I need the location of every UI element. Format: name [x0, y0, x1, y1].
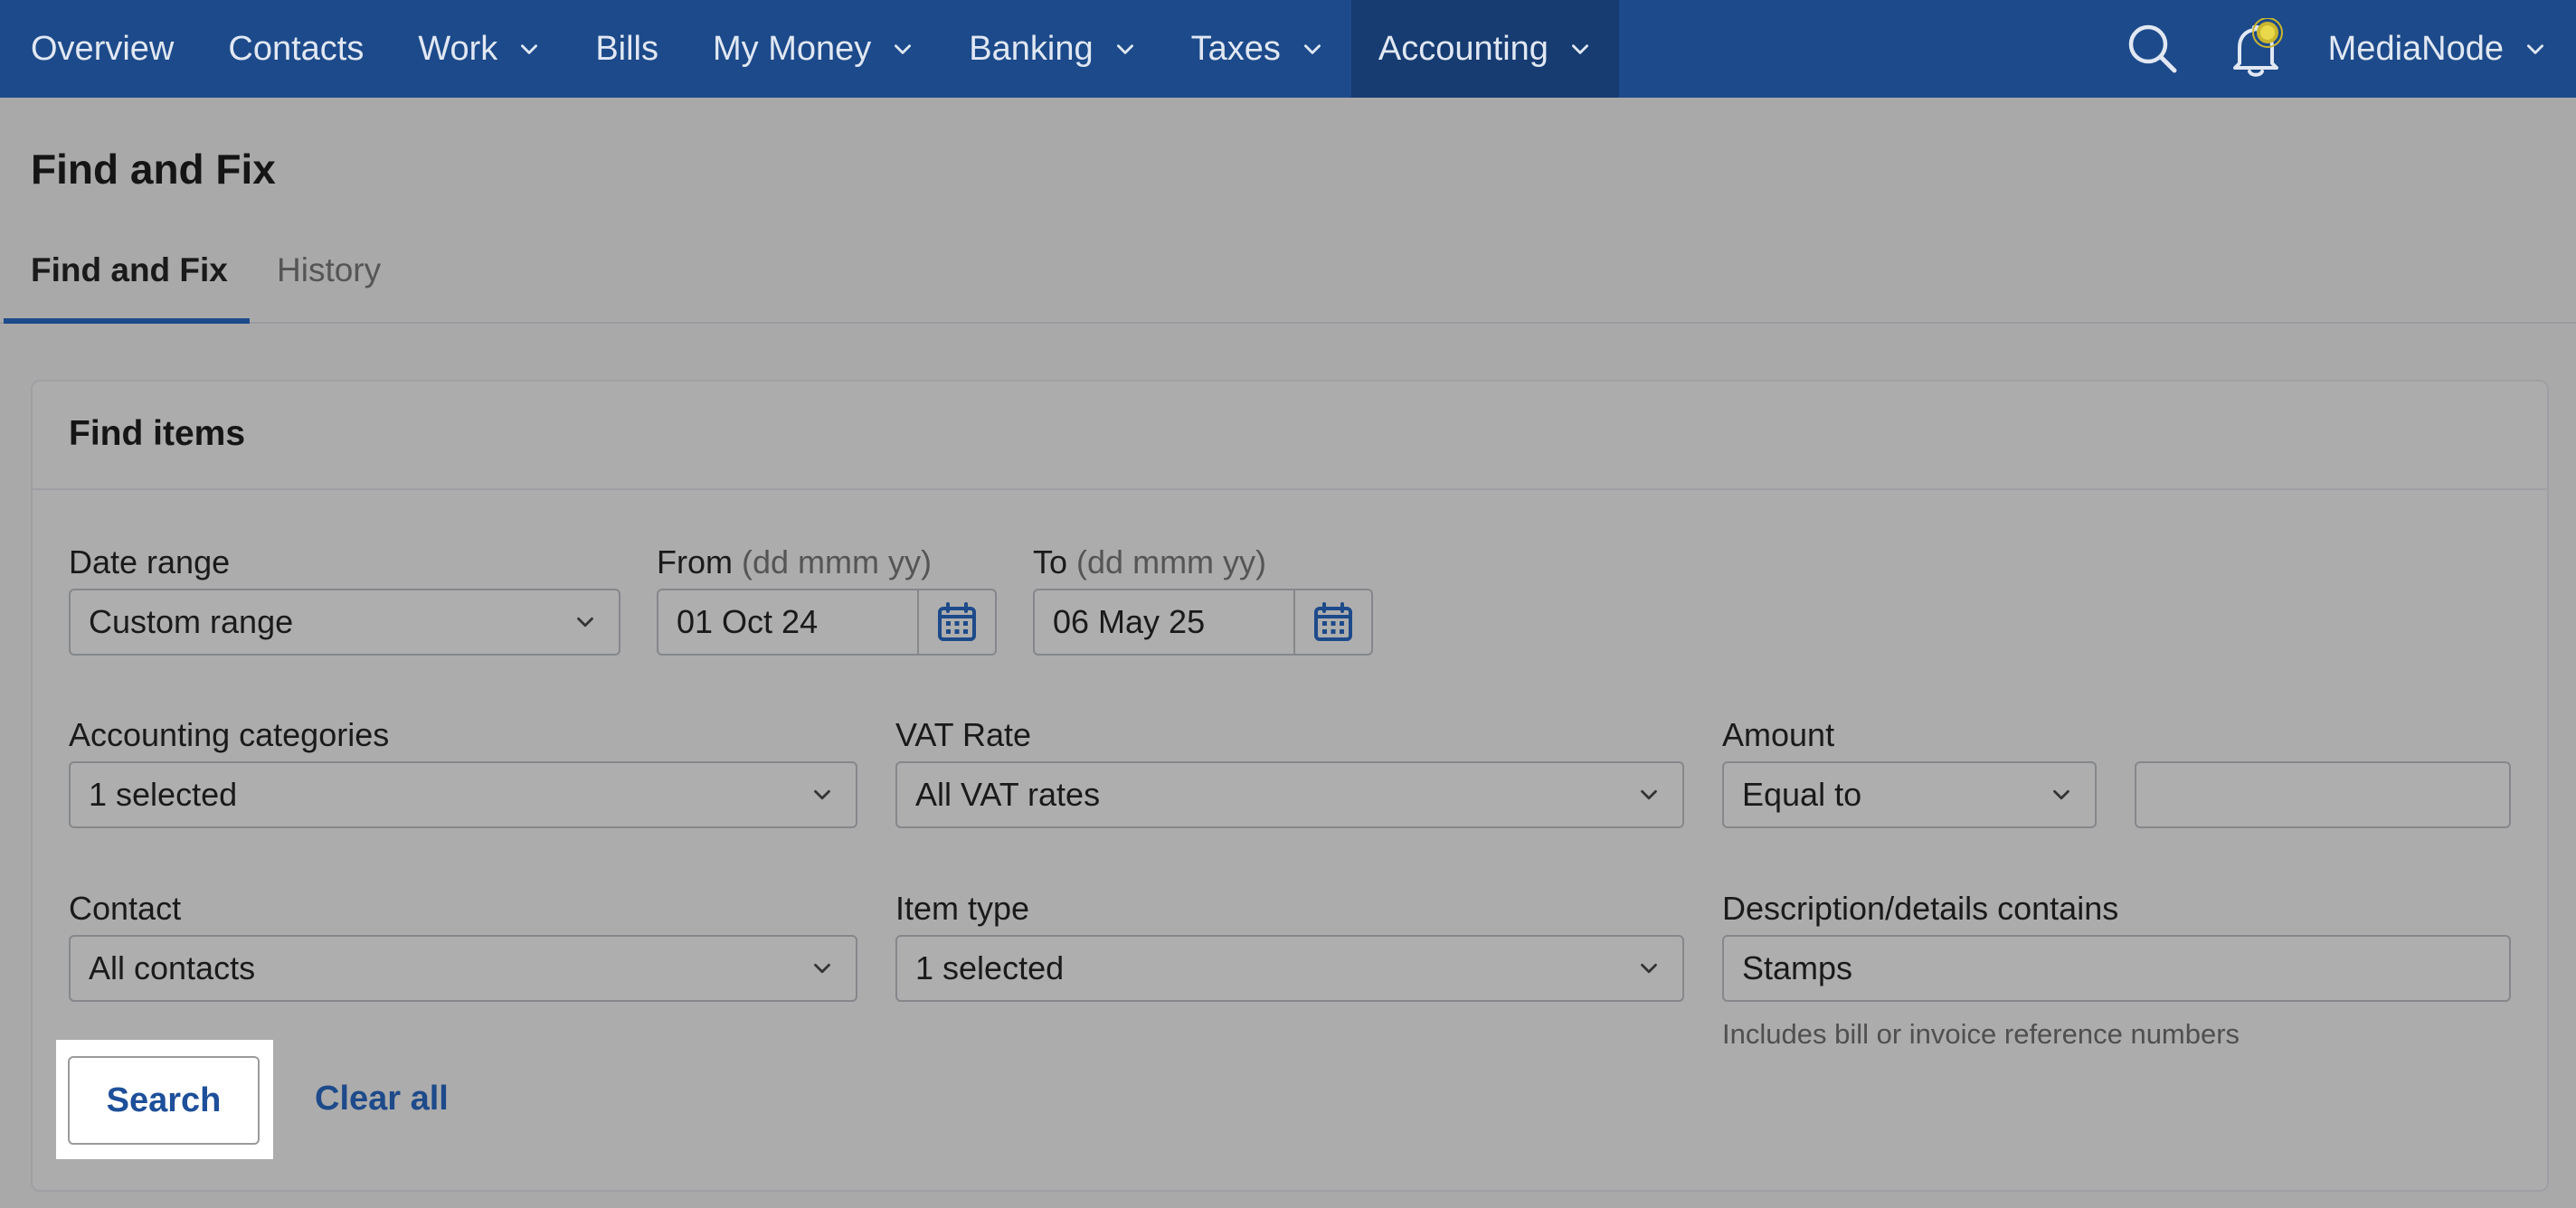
- chevron-down-icon: [1113, 37, 1137, 61]
- nav-item-label: Work: [418, 29, 498, 68]
- description-input[interactable]: Stamps: [1722, 935, 2511, 1002]
- panel-title: Find items: [69, 414, 246, 453]
- chevron-down-icon: [1635, 955, 1662, 982]
- chevron-down-icon: [1301, 37, 1324, 61]
- nav-item-accounting[interactable]: Accounting: [1350, 0, 1619, 98]
- nav-item-work[interactable]: Work: [391, 0, 568, 98]
- description-helper-text: Includes bill or invoice reference numbe…: [1722, 1018, 2240, 1050]
- amount-operator-value: Equal to: [1742, 776, 1862, 813]
- search-button[interactable]: Search: [68, 1056, 260, 1145]
- search-icon[interactable]: [2124, 20, 2182, 78]
- accounting-categories-value: 1 selected: [89, 776, 238, 813]
- date-range-label: Date range: [69, 543, 231, 580]
- to-date-input[interactable]: 06 May 25: [1033, 589, 1373, 656]
- tab-find-and-fix[interactable]: Find and Fix: [4, 251, 250, 324]
- contact-value: All contacts: [89, 949, 256, 986]
- to-date-format-hint: (dd mmm yy): [1076, 543, 1267, 580]
- contact-label: Contact: [69, 890, 182, 927]
- nav-item-label: Overview: [31, 29, 175, 68]
- chevron-down-icon: [572, 609, 599, 636]
- item-type-label: Item type: [895, 890, 1030, 927]
- tab-history[interactable]: History: [277, 251, 381, 289]
- vat-rate-label: VAT Rate: [895, 716, 1032, 753]
- accounting-categories-label: Accounting categories: [69, 716, 390, 753]
- date-range-select[interactable]: Custom range: [69, 589, 620, 656]
- nav-item-overview[interactable]: Overview: [0, 0, 201, 98]
- nav-item-label: Contacts: [228, 29, 365, 68]
- item-type-value: 1 selected: [915, 949, 1065, 986]
- tab-bar: Find and Fix History: [0, 233, 2576, 324]
- nav-item-banking[interactable]: Banking: [942, 0, 1163, 98]
- tab-label: Find and Fix: [31, 251, 228, 288]
- nav-item-label: Taxes: [1190, 29, 1281, 68]
- item-type-select[interactable]: 1 selected: [895, 935, 1684, 1002]
- nav-item-bills[interactable]: Bills: [568, 0, 686, 98]
- chevron-down-icon: [517, 37, 541, 61]
- calendar-icon[interactable]: [1293, 590, 1371, 654]
- vat-rate-value: All VAT rates: [915, 776, 1101, 813]
- calendar-icon[interactable]: [917, 590, 995, 654]
- chevron-down-icon: [809, 781, 836, 808]
- chevron-down-icon: [809, 955, 836, 982]
- page-title: Find and Fix: [31, 146, 276, 193]
- description-label: Description/details contains: [1722, 890, 2119, 927]
- nav-utilities: MediaNode: [2124, 0, 2576, 98]
- account-name: MediaNode: [2327, 29, 2504, 68]
- chevron-down-icon: [2048, 781, 2075, 808]
- accounting-categories-select[interactable]: 1 selected: [69, 761, 857, 828]
- chevron-down-icon: [2524, 37, 2547, 61]
- from-date-format-hint: (dd mmm yy): [742, 543, 933, 580]
- nav-item-label: Banking: [969, 29, 1094, 68]
- amount-input[interactable]: [2135, 761, 2511, 828]
- nav-item-label: Bills: [595, 29, 658, 68]
- notification-dot: [2256, 22, 2278, 43]
- clear-all-link[interactable]: Clear all: [315, 1080, 449, 1118]
- account-menu[interactable]: MediaNode: [2328, 30, 2576, 69]
- nav-item-label: Accounting: [1378, 29, 1548, 68]
- panel-header: Find items: [33, 382, 2547, 490]
- top-navigation: Overview Contacts Work Bills My Money Ba…: [0, 0, 2576, 98]
- date-range-value: Custom range: [89, 603, 294, 640]
- search-button-label: Search: [106, 1081, 222, 1119]
- chevron-down-icon: [1635, 781, 1662, 808]
- tab-label: History: [277, 251, 382, 288]
- contact-select[interactable]: All contacts: [69, 935, 857, 1002]
- vat-rate-select[interactable]: All VAT rates: [895, 761, 1684, 828]
- chevron-down-icon: [1568, 37, 1592, 61]
- bell-icon[interactable]: [2227, 18, 2285, 78]
- nav-item-contacts[interactable]: Contacts: [201, 0, 391, 98]
- description-value: Stamps: [1742, 949, 1853, 986]
- amount-operator-select[interactable]: Equal to: [1722, 761, 2097, 828]
- nav-item-label: My Money: [713, 29, 872, 68]
- to-date-label: To (dd mmm yy): [1033, 543, 1267, 580]
- from-date-label: From (dd mmm yy): [657, 543, 933, 580]
- from-date-input[interactable]: 01 Oct 24: [657, 589, 997, 656]
- chevron-down-icon: [891, 37, 914, 61]
- amount-label: Amount: [1722, 716, 1835, 753]
- nav-item-taxes[interactable]: Taxes: [1164, 0, 1351, 98]
- nav-item-my-money[interactable]: My Money: [686, 0, 942, 98]
- nav-menu: Overview Contacts Work Bills My Money Ba…: [0, 0, 1619, 98]
